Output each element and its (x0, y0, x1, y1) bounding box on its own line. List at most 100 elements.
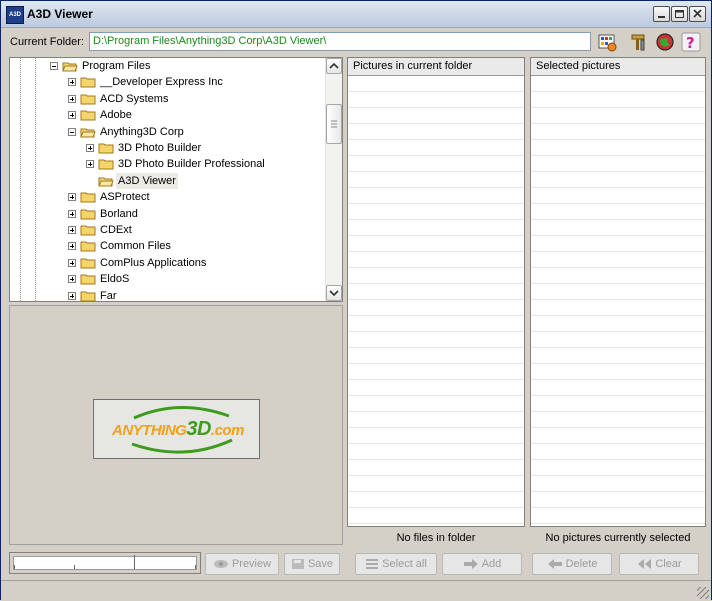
tree-item[interactable]: Program Files (10, 58, 326, 74)
tree-item[interactable]: 3D Photo Builder (10, 140, 326, 156)
maximize-button[interactable] (671, 6, 688, 22)
tree-item[interactable]: A3D Viewer (10, 172, 326, 189)
double-arrow-left-icon (638, 559, 652, 570)
delete-button[interactable]: Delete (532, 553, 612, 575)
tree-item-label: CDExt (100, 224, 132, 236)
resize-grip-icon[interactable] (697, 587, 709, 599)
add-button[interactable]: Add (442, 553, 522, 575)
folder-tree[interactable]: Program Files __Developer Express Inc ACD … (9, 57, 343, 302)
selected-pictures-header[interactable]: Selected pictures (531, 58, 705, 76)
expand-icon[interactable] (68, 209, 76, 218)
expand-icon[interactable] (68, 193, 76, 202)
tree-item-label: ACD Systems (100, 92, 169, 105)
collapse-icon[interactable] (68, 127, 76, 136)
close-button[interactable] (689, 6, 706, 22)
expand-icon[interactable] (68, 258, 76, 267)
tree-item-label: 3D Photo Builder (118, 142, 202, 154)
folder-icon (80, 109, 96, 121)
tree-item[interactable]: Common Files (10, 238, 326, 254)
scroll-up-button[interactable] (326, 58, 342, 74)
expand-icon[interactable] (68, 226, 76, 234)
current-folder-pictures-list[interactable] (348, 76, 524, 526)
tree-item[interactable]: __Developer Express Inc (10, 74, 326, 90)
arrow-right-icon (463, 559, 478, 570)
tree-item[interactable]: EldoS (10, 271, 326, 287)
app-icon: A3D (6, 6, 24, 24)
slider-handle[interactable] (134, 555, 135, 569)
thumbnail-size-slider[interactable] (9, 552, 201, 574)
collapse-icon[interactable] (50, 62, 58, 70)
current-folder-path[interactable]: D:\Program Files\Anything3D Corp\A3D Vie… (89, 32, 591, 51)
tree-item-label: A3D Viewer (116, 172, 178, 189)
folder-icon (80, 76, 96, 88)
tree-item-label: ASProtect (100, 191, 150, 204)
expand-icon[interactable] (68, 78, 76, 87)
expand-icon[interactable] (68, 242, 76, 251)
tree-item[interactable]: CDExt (10, 222, 326, 238)
current-folder-label: Current Folder: (10, 36, 84, 48)
tree-item-label: 3D Photo Builder Professional (118, 158, 265, 171)
folder-icon (80, 208, 96, 220)
tools-button[interactable] (629, 32, 649, 52)
expand-icon[interactable] (68, 111, 76, 120)
tree-item[interactable]: 3D Photo Builder Professional (10, 156, 326, 172)
expand-icon[interactable] (86, 144, 94, 152)
chevron-down-icon (329, 290, 339, 297)
scroll-thumb[interactable] (326, 104, 342, 144)
status-bar (1, 580, 711, 601)
folder-icon (80, 93, 96, 105)
app-window: A3D A3D Viewer Current Folder: D:\Progra… (0, 0, 712, 601)
tree-item[interactable]: Adobe (10, 107, 326, 123)
globe-icon (656, 33, 674, 51)
grid-settings-button[interactable] (597, 32, 617, 52)
grid-settings-icon (598, 34, 617, 52)
tree-item[interactable]: ACD Systems (10, 91, 326, 107)
slider-track[interactable] (13, 555, 197, 570)
globe-button[interactable] (655, 32, 675, 52)
scroll-down-button[interactable] (326, 285, 342, 301)
tools-icon (631, 34, 645, 51)
expand-icon[interactable] (86, 160, 94, 169)
tree-item-label: Common Files (100, 240, 171, 253)
selected-status: No pictures currently selected (545, 532, 691, 544)
close-icon (693, 9, 702, 18)
tree-item[interactable]: ASProtect (10, 189, 326, 205)
current-folder-pictures-panel[interactable]: Pictures in current folder (347, 57, 525, 527)
folder-icon (80, 290, 96, 301)
tree-scrollbar[interactable] (325, 58, 342, 301)
expand-icon[interactable] (68, 291, 76, 300)
current-folder-pictures-header[interactable]: Pictures in current folder (348, 58, 524, 76)
selected-pictures-panel[interactable]: Selected pictures (530, 57, 706, 527)
tree-item-label: ComPlus Applications (100, 256, 207, 269)
expand-icon[interactable] (68, 94, 76, 103)
logo-text: ANYTHING3D.com (112, 418, 244, 440)
tree-item[interactable]: Borland (10, 206, 326, 222)
select-all-button[interactable]: Select all (355, 553, 437, 575)
save-icon (291, 559, 304, 570)
tree-item[interactable]: ComPlus Applications (10, 255, 326, 271)
list-icon (366, 559, 379, 570)
current-folder-status: No files in folder (396, 532, 476, 544)
folder-icon (62, 60, 78, 72)
tree-item-label: Far (100, 289, 117, 302)
folder-icon (98, 175, 114, 187)
minimize-icon (658, 16, 665, 18)
tree-item-label: Adobe (100, 109, 132, 122)
tree-item-label: Borland (100, 207, 138, 220)
maximize-icon (675, 10, 684, 18)
save-button[interactable]: Save (284, 553, 340, 575)
expand-icon[interactable] (68, 275, 76, 284)
preview-button[interactable]: Preview (205, 553, 279, 575)
title-bar[interactable]: A3D A3D Viewer (1, 1, 711, 28)
tree-item[interactable]: Anything3D Corp (10, 124, 326, 140)
anything3d-logo: ANYTHING3D.com (93, 399, 260, 459)
tree-item[interactable]: Far (10, 288, 326, 302)
clear-button[interactable]: Clear (619, 553, 699, 575)
folder-icon (80, 240, 96, 252)
selected-pictures-list[interactable] (531, 76, 705, 526)
help-button[interactable]: ? (681, 32, 701, 52)
tree-item-label: Anything3D Corp (100, 125, 184, 138)
minimize-button[interactable] (653, 6, 670, 22)
grip-lines-icon (331, 120, 337, 128)
folder-icon (80, 126, 96, 138)
